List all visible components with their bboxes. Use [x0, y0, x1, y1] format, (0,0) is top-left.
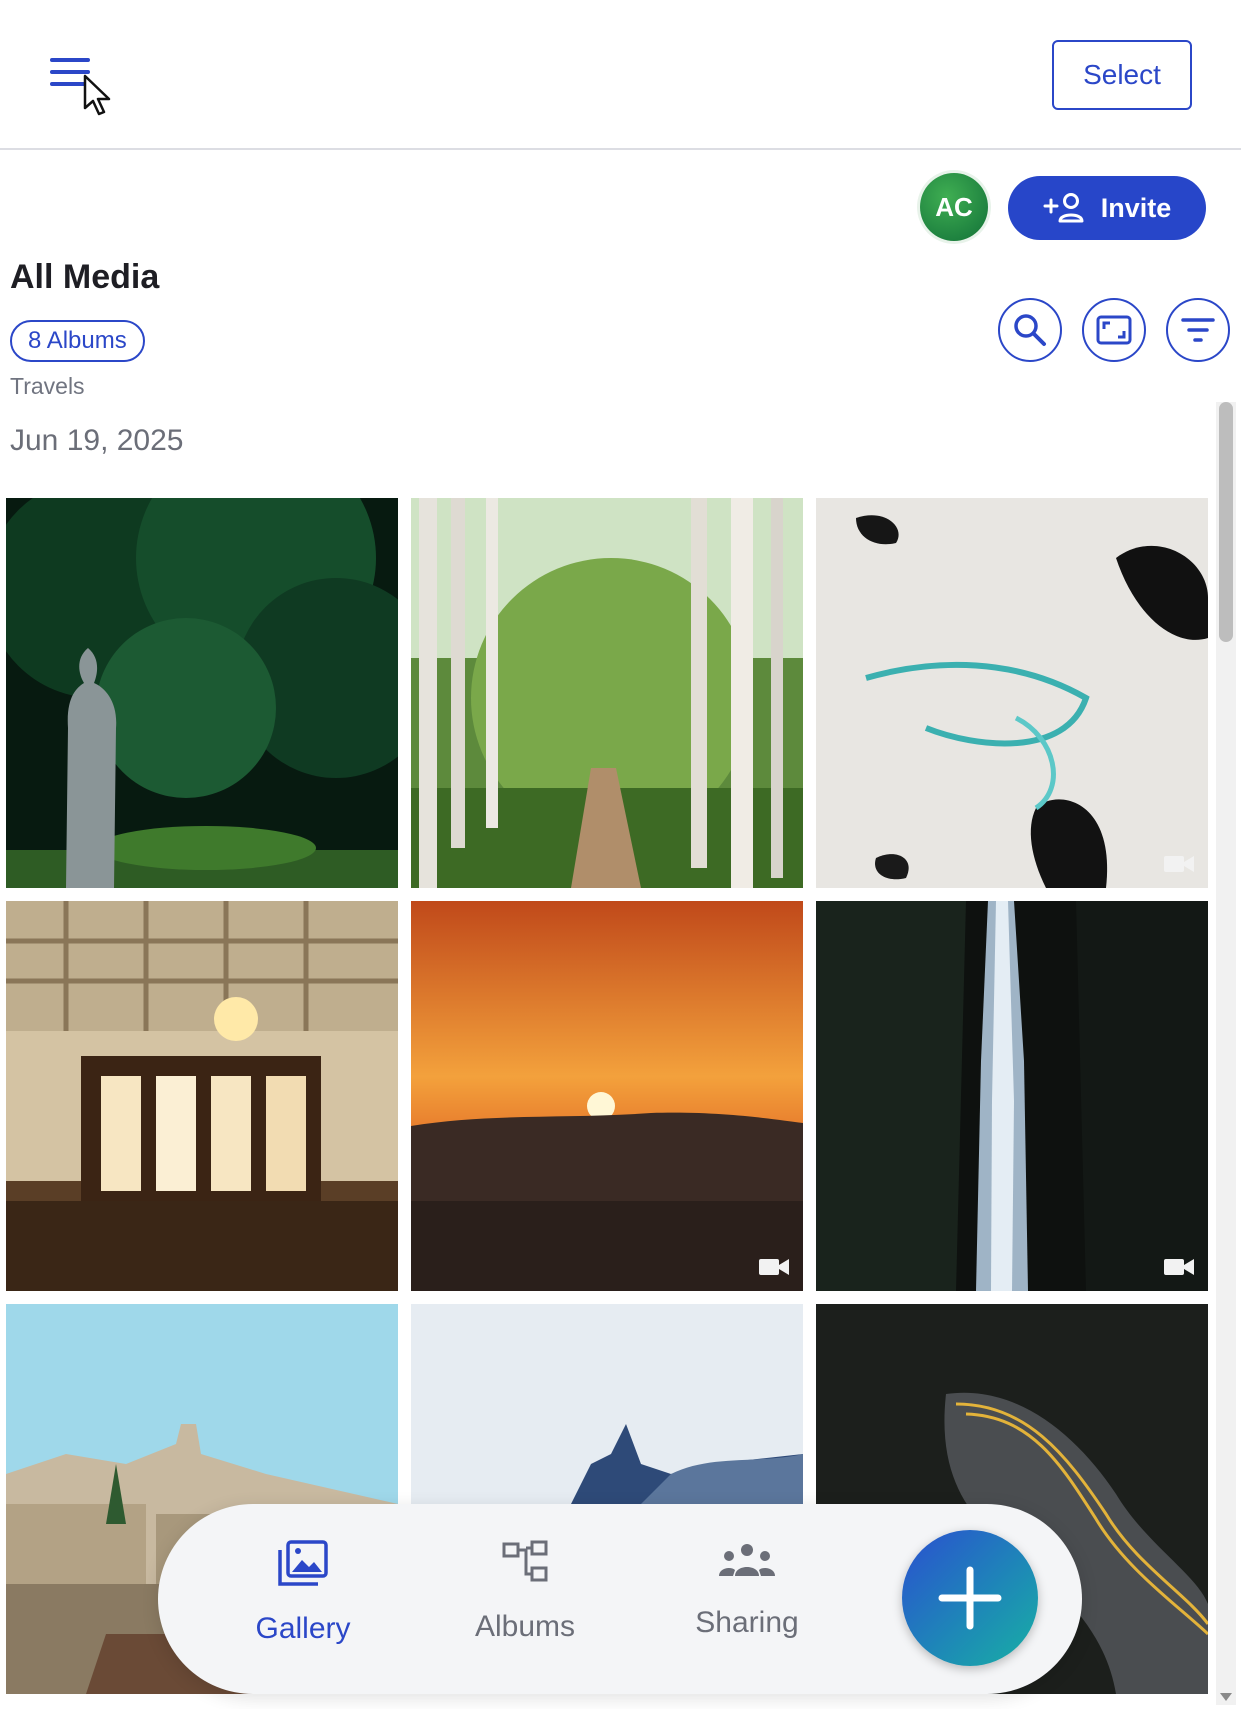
nav-gallery[interactable]: Gallery [218, 1540, 388, 1646]
video-icon [759, 1259, 789, 1275]
media-tile[interactable] [411, 498, 803, 888]
nav-albums[interactable]: Albums [440, 1540, 610, 1644]
add-person-icon [1043, 193, 1084, 223]
ornate-hall-photo [6, 901, 398, 1291]
media-tile[interactable] [816, 498, 1208, 888]
gallery-icon [278, 1540, 328, 1586]
scrollbar-thumb[interactable] [1219, 402, 1233, 642]
media-tile[interactable] [6, 901, 398, 1291]
nav-gallery-label: Gallery [255, 1612, 351, 1645]
snow-aerial-photo [816, 498, 1208, 888]
search-icon [1014, 314, 1046, 346]
avatar[interactable]: AC [920, 173, 988, 241]
date-heading: Jun 19, 2025 [10, 424, 184, 457]
mouse-cursor-icon [83, 74, 111, 116]
top-bar: Select [0, 0, 1241, 150]
waterfall-photo [816, 901, 1208, 1291]
page-title: All Media [10, 258, 160, 296]
albums-icon [502, 1540, 548, 1582]
expand-icon [1096, 315, 1132, 345]
scrollbar[interactable] [1216, 402, 1236, 1705]
sunset-photo [411, 901, 803, 1291]
statue-photo [6, 498, 398, 888]
birch-forest-photo [411, 498, 803, 888]
media-tile[interactable] [411, 901, 803, 1291]
albums-count-chip[interactable]: 8 Albums [10, 320, 145, 362]
filter-button[interactable] [1166, 298, 1230, 362]
plus-icon [938, 1566, 1002, 1630]
nav-sharing[interactable]: Sharing [662, 1540, 832, 1640]
sharing-icon [719, 1544, 775, 1576]
filter-icon [1181, 318, 1215, 342]
scroll-down-arrow-icon[interactable] [1220, 1693, 1232, 1701]
invite-label: Invite [1100, 192, 1172, 223]
select-button[interactable]: Select [1052, 40, 1192, 110]
video-icon [1164, 856, 1194, 872]
media-tile[interactable] [6, 498, 398, 888]
expand-button[interactable] [1082, 298, 1146, 362]
nav-albums-label: Albums [474, 1610, 576, 1643]
album-name: Travels [10, 373, 85, 399]
add-media-button[interactable] [902, 1530, 1038, 1666]
search-button[interactable] [998, 298, 1062, 362]
invite-button[interactable]: Invite [1008, 176, 1206, 240]
nav-sharing-label: Sharing [695, 1606, 799, 1639]
media-tile[interactable] [816, 901, 1208, 1291]
video-icon [1164, 1259, 1194, 1275]
